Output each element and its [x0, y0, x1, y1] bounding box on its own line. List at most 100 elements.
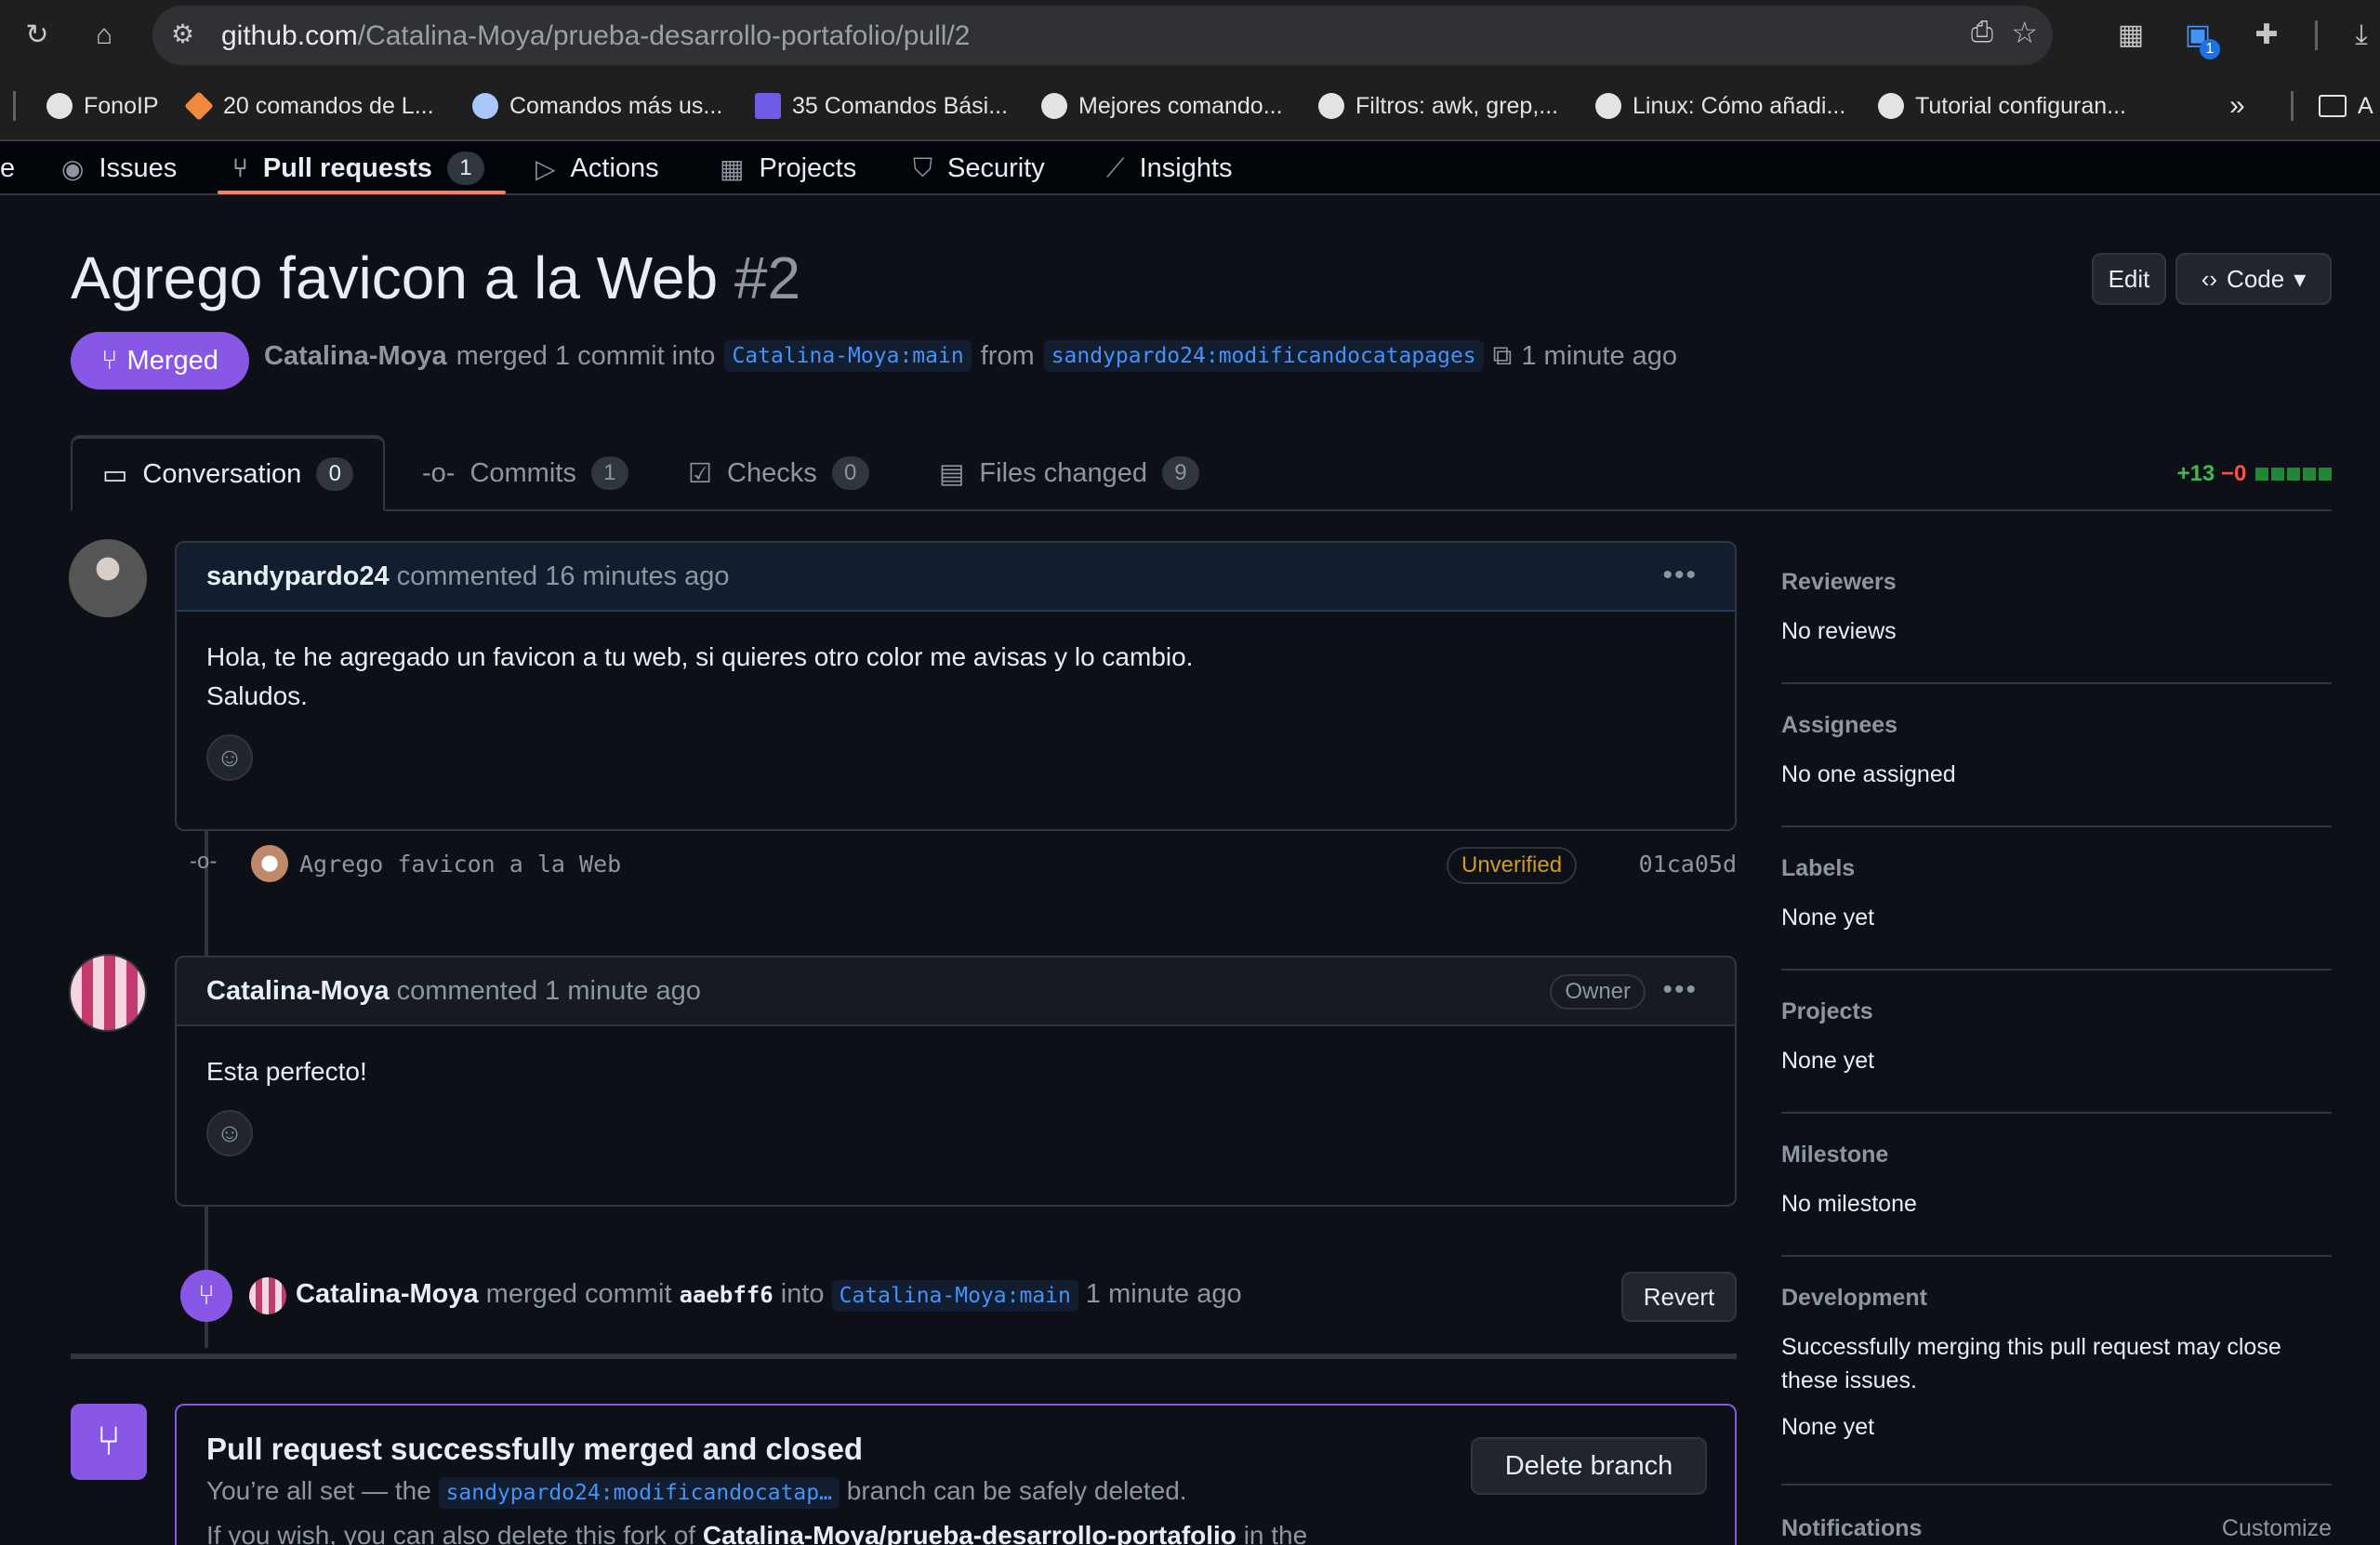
customize-link[interactable]: Customize — [2222, 1515, 2332, 1542]
h-logo-icon — [755, 93, 781, 119]
bookmarks-bar: FonoIP 20 comandos de L... Comandos más … — [0, 71, 2380, 141]
install-app-icon[interactable]: ⎙ — [1971, 17, 1993, 48]
pull-request-icon: ⑂ — [232, 153, 248, 182]
comment-author[interactable]: Catalina-Moya — [206, 976, 390, 1007]
bookmark-item[interactable]: Comandos más us... — [472, 89, 722, 123]
extensions-puzzle-icon[interactable]: ✚ — [2248, 17, 2285, 54]
merger-link[interactable]: Catalina-Moya — [264, 341, 447, 372]
copy-icon[interactable]: ⧉ — [1493, 341, 1513, 372]
delete-branch-button[interactable]: Delete branch — [1471, 1437, 1707, 1495]
verification-badge[interactable]: Unverified — [1447, 847, 1578, 884]
bookmark-item[interactable]: Filtros: awk, grep,... — [1318, 89, 1558, 123]
avatar[interactable] — [249, 1277, 286, 1314]
merge-commit-sha[interactable]: aaebff6 — [680, 1282, 774, 1308]
active-nav-underline — [218, 191, 506, 194]
bookmark-item[interactable]: 35 Comandos Bási... — [755, 89, 1008, 123]
nav-item-code-partial[interactable]: e — [0, 141, 15, 195]
commit-sha[interactable]: 01ca05d — [1639, 851, 1737, 878]
qr-code-icon[interactable]: ▦ — [2112, 17, 2149, 54]
avatar[interactable] — [69, 539, 147, 617]
download-icon[interactable]: ⤓ — [2343, 17, 2380, 54]
sidebar-projects: Projects None yet — [1781, 998, 2332, 1114]
bookmark-star-icon[interactable]: ☆ — [2011, 15, 2038, 50]
comment-author[interactable]: sandypardo24 — [206, 561, 390, 592]
merge-actor[interactable]: Catalina-Moya — [296, 1279, 479, 1309]
sidebar-value: None yet — [1781, 1048, 1875, 1074]
home-icon[interactable]: ⌂ — [86, 17, 123, 54]
merge-target-branch[interactable]: Catalina-Moya:main — [831, 1280, 1078, 1312]
sidebar-value: None yet — [1781, 1414, 1875, 1440]
nav-item-projects[interactable]: ▦ Projects — [720, 141, 856, 195]
bookmark-item[interactable]: FonoIP — [46, 89, 159, 123]
comment-header: sandypardo24 commented 16 minutes ago ••• — [177, 543, 1735, 612]
sidebar-title[interactable]: Reviewers — [1781, 569, 2332, 596]
folder-icon — [2319, 95, 2347, 117]
globe-icon — [1595, 93, 1621, 119]
status-badge: ⑂ Merged — [71, 332, 249, 390]
diff-block — [2303, 468, 2316, 481]
add-reaction-icon[interactable]: ☺ — [206, 734, 253, 781]
edit-button[interactable]: Edit — [2092, 253, 2166, 305]
nav-item-security[interactable]: ⛉ Security — [913, 141, 1045, 195]
comment-header: Catalina-Moya commented 1 minute ago Owner… — [177, 957, 1735, 1026]
commit-icon: -o- — [190, 849, 218, 874]
bookmark-folder[interactable]: A — [2319, 89, 2373, 123]
bookmark-item[interactable]: Linux: Cómo añadi... — [1595, 89, 1845, 123]
sidebar-title[interactable]: Projects — [1781, 998, 2332, 1025]
merged-status-line1: You’re all set — the sandypardo24:modifi… — [206, 1476, 1187, 1509]
more-options-icon[interactable]: ••• — [1662, 974, 1698, 1006]
sidebar-value: None yet — [1781, 905, 1875, 931]
site-logo-icon — [472, 93, 498, 119]
checklist-icon: ☑ — [688, 458, 712, 489]
nav-item-insights[interactable]: ⟋ Insights — [1106, 141, 1233, 195]
nav-item-issues[interactable]: ◉ Issues — [61, 141, 177, 195]
sidebar-title[interactable]: Milestone — [1781, 1142, 2332, 1169]
sidebar-value: No one assigned — [1781, 761, 1956, 787]
code-dropdown-button[interactable]: ‹› Code ▾ — [2175, 253, 2332, 305]
bookmark-item[interactable]: 20 comandos de L... — [184, 89, 434, 123]
tab-files-changed[interactable]: ▤ Files changed 9 — [939, 435, 1199, 511]
comment-body: Hola, te he agregado un favicon a tu web… — [177, 612, 1735, 807]
commit-message[interactable]: Agrego favicon a la Web — [299, 851, 621, 878]
sidebar-milestone: Milestone No milestone — [1781, 1142, 2332, 1257]
nav-item-actions[interactable]: ▷ Actions — [536, 141, 659, 195]
site-settings-icon[interactable]: ⚙ — [171, 19, 194, 49]
tab-conversation[interactable]: ▭ Conversation 0 — [71, 435, 386, 511]
browser-toolbar: ↻ ⌂ ⚙ github.com/Catalina-Moya/prueba-de… — [0, 0, 2380, 71]
repo-link[interactable]: Catalina-Moya/prueba-desarrollo-portafol… — [703, 1521, 1236, 1545]
issue-icon: ◉ — [61, 153, 85, 183]
bookmarks-divider — [2291, 91, 2294, 121]
head-branch-chip[interactable]: sandypardo24:modificandocatap… — [438, 1477, 840, 1509]
add-reaction-icon[interactable]: ☺ — [206, 1110, 253, 1156]
extension-badge: 1 — [2200, 39, 2220, 59]
base-branch[interactable]: Catalina-Moya:main — [724, 340, 972, 372]
bookmark-item[interactable]: Tutorial configuran... — [1878, 89, 2126, 123]
sidebar-value: No milestone — [1781, 1191, 1917, 1217]
bookmarks-overflow-icon[interactable]: » — [2229, 89, 2245, 123]
tab-commits[interactable]: -o- Commits 1 — [422, 435, 628, 511]
sidebar-title[interactable]: Development — [1781, 1285, 2332, 1312]
reload-icon[interactable]: ↻ — [19, 17, 56, 54]
avatar[interactable] — [251, 845, 288, 882]
merge-icon: ⑂ — [101, 345, 118, 376]
chevron-down-icon: ▾ — [2294, 264, 2307, 293]
page-title: Agrego favicon a la Web #2 — [71, 244, 801, 311]
head-branch[interactable]: sandypardo24:modificandocatapages — [1043, 340, 1484, 372]
sidebar-title[interactable]: Labels — [1781, 855, 2332, 882]
pull-requests-count: 1 — [446, 152, 484, 185]
merge-icon: ⑂ — [180, 1270, 232, 1322]
pr-tabs: ▭ Conversation 0 -o- Commits 1 ☑ Checks 0 ▤ Fil… — [71, 435, 2332, 511]
diff-block — [2287, 468, 2300, 481]
bookmark-item[interactable]: Mejores comando... — [1041, 89, 1283, 123]
more-options-icon[interactable]: ••• — [1662, 560, 1698, 591]
avatar[interactable] — [69, 954, 147, 1032]
merged-status-line2: If you wish, you can also delete this fo… — [206, 1521, 1307, 1545]
address-bar[interactable]: ⚙ github.com/Catalina-Moya/prueba-desarr… — [152, 6, 2053, 65]
table-icon: ▦ — [720, 153, 745, 183]
sidebar-title[interactable]: Assignees — [1781, 712, 2332, 739]
revert-button[interactable]: Revert — [1621, 1272, 1737, 1322]
diamond-icon — [184, 91, 214, 121]
url-text: github.com/Catalina-Moya/prueba-desarrol… — [221, 20, 971, 51]
tab-checks[interactable]: ☑ Checks 0 — [688, 435, 869, 511]
nav-item-pull-requests[interactable]: ⑂ Pull requests 1 — [232, 141, 484, 195]
